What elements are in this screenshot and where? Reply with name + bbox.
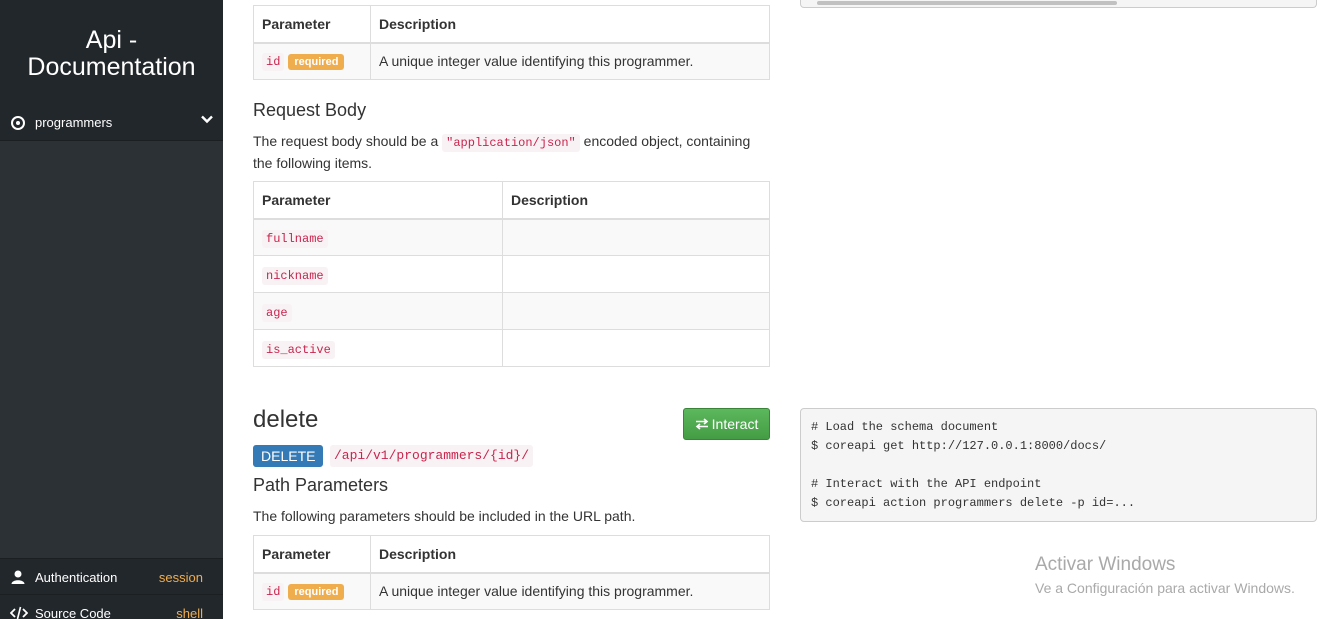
param-name: id [262,583,285,602]
sidebar-authentication[interactable]: Authentication session [0,558,223,594]
column-header: Description [502,181,770,220]
path-parameters-heading: Path Parameters [253,475,389,495]
param-cell: id required [253,572,371,610]
param-cell: age [253,292,503,330]
chevron-down-icon [201,112,213,128]
column-header: Parameter [253,5,371,44]
code-line: # Interact with the API endpoint [811,477,1042,491]
description-cell [502,218,770,256]
table-row: fullname [253,218,770,256]
description-cell [502,255,770,293]
exchange-icon [695,410,709,440]
param-cell: nickname [253,255,503,293]
param-name: id [262,53,285,72]
watermark-title: Activar Windows [1035,554,1176,575]
request-body-heading: Request Body [253,100,367,120]
sidebar-item-label: programmers [35,115,113,130]
description-cell: A unique integer value identifying this … [370,572,770,610]
brand-title-line2: Documentation [27,53,196,81]
path-params-table: Parameter Description id required A uniqu… [253,535,770,610]
authentication-value[interactable]: session [159,570,203,585]
code-icon [9,605,29,619]
param-cell: fullname [253,218,503,256]
desc-text: The request body should be a [253,133,443,149]
code-sample[interactable]: # Load the schema document $ coreapi get … [800,408,1317,522]
code-block-scrollbar[interactable] [800,0,1317,8]
table-row: id required A unique integer value identi… [253,42,770,80]
interact-label: Interact [711,416,759,432]
code-line: # Load the schema document [811,420,999,434]
interact-button[interactable]: Interact [683,408,770,440]
http-method-badge: DELETE [253,445,324,467]
sidebar-item-programmers[interactable]: programmers [0,105,223,141]
brand-title-line1: Api - [85,26,138,54]
source-code-value[interactable]: shell [176,606,203,619]
dot-circle-icon [11,116,25,130]
column-header: Parameter [253,181,503,220]
description-cell: A unique integer value identifying this … [370,42,770,80]
brand-title: Api - Documentation [0,0,223,81]
column-header: Description [370,535,770,574]
param-name: fullname [262,229,328,248]
user-icon [10,569,26,585]
param-cell: is_active [253,329,503,367]
windows-activation-watermark: Activar Windows Ve a Configuración para … [1035,554,1295,596]
param-name: age [262,303,292,322]
table-row: nickname [253,255,770,293]
content-type-code: "application/json" [442,134,580,152]
sidebar: Api - Documentation programmers Authenti… [0,0,223,619]
request-body-table: Parameter Description fullname nickname … [253,181,770,367]
table-row: id required A unique integer value identi… [253,572,770,610]
description-cell [502,329,770,367]
path-params-table-top: Parameter Description id required A uniqu… [253,5,770,80]
code-line: $ coreapi get http://127.0.0.1:8000/docs… [811,439,1107,453]
table-row: age [253,292,770,330]
main-content: Parameter Description id required A uniqu… [223,0,1343,619]
request-body-description: The request body should be a "applicatio… [253,131,770,173]
param-cell: id required [253,42,371,80]
description-cell [502,292,770,330]
column-header: Description [370,5,770,44]
table-row: is_active [253,329,770,367]
required-badge: required [288,584,345,601]
authentication-label: Authentication [35,570,118,585]
param-name: is_active [262,340,335,359]
column-header: Parameter [253,535,371,574]
endpoint-path: /api/v1/programmers/{id}/ [330,445,534,467]
endpoint-title: delete [253,406,319,433]
code-line: $ coreapi action programmers delete -p i… [811,496,1136,510]
param-name: nickname [262,266,328,285]
path-parameters-description: The following parameters should be inclu… [253,508,636,524]
brand: Api - Documentation [0,0,223,105]
required-badge: required [288,54,345,71]
sidebar-source-code[interactable]: Source Code shell [0,594,223,619]
watermark-subtitle: Ve a Configuración para activar Windows. [1035,580,1295,596]
source-code-label: Source Code [35,606,111,619]
